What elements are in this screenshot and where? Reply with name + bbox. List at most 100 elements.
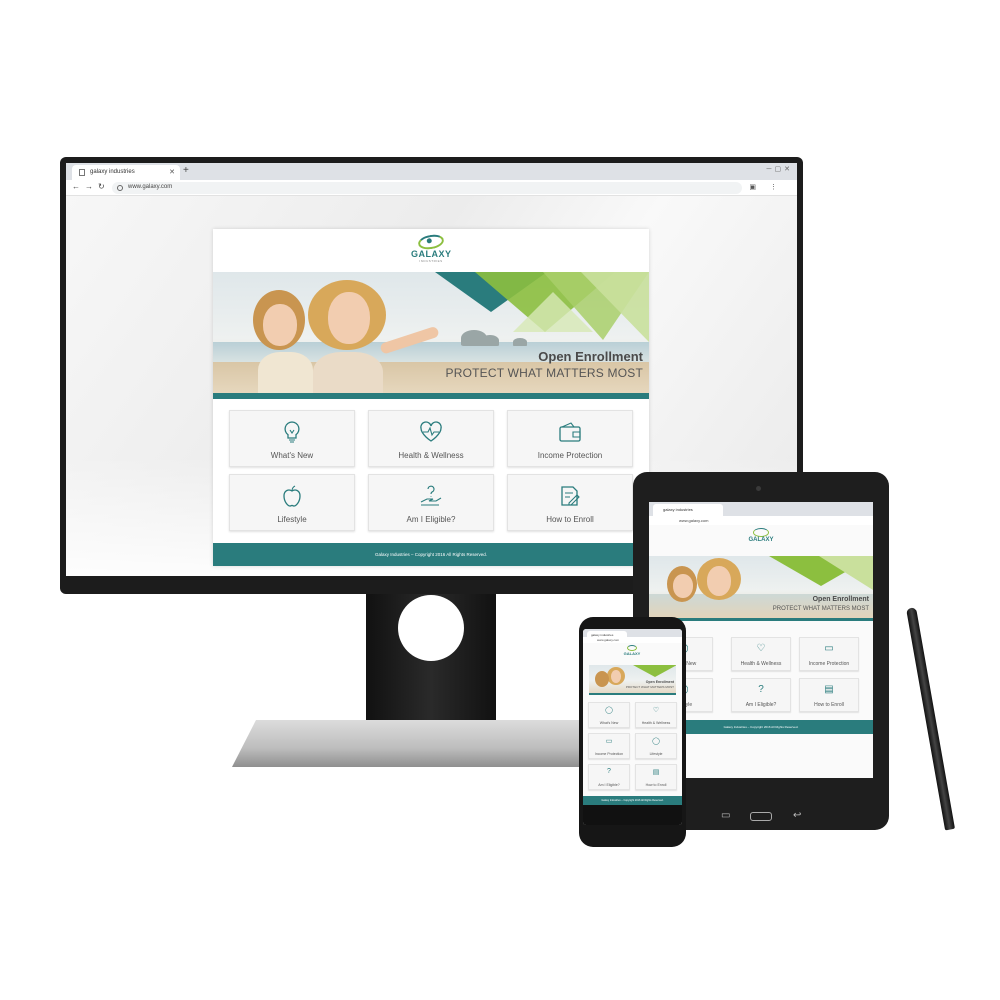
- tablet-camera: [756, 486, 761, 491]
- home-button[interactable]: [750, 812, 772, 821]
- tile-label: Income Protection: [537, 451, 603, 460]
- window-controls[interactable]: ─▢✕: [767, 165, 793, 173]
- wallet-icon: [559, 422, 581, 442]
- tile-am-i-eligible[interactable]: ? Am I Eligible?: [731, 678, 791, 712]
- tile-label: How to Enroll: [546, 515, 594, 524]
- tile-label: Income Protection: [808, 661, 850, 667]
- tile-whats-new[interactable]: ◯ What's New: [588, 702, 630, 728]
- hand-question-icon: [420, 485, 442, 506]
- tile-how-to-enroll[interactable]: ▤ How to Enroll: [799, 678, 859, 712]
- lightbulb-icon: [284, 421, 300, 443]
- hero-title: Open Enrollment: [812, 596, 869, 603]
- hero-rock: [481, 335, 499, 346]
- back-arrow-icon[interactable]: ←: [72, 182, 80, 191]
- tablet-browser-chrome: galaxy industries www.galaxy.com: [649, 502, 873, 525]
- tile-whats-new[interactable]: What's New: [229, 410, 355, 467]
- tile-am-i-eligible[interactable]: ? Am I Eligible?: [588, 764, 630, 790]
- logo-subtext: INDUSTRIES: [419, 259, 443, 263]
- tile-label: Health & Wellness: [740, 661, 782, 667]
- apple-icon: [283, 485, 301, 507]
- phone-blank-area: [583, 805, 682, 825]
- browser-toolbar: ← → ↻ www.galaxy.com ▣⋮: [66, 180, 797, 196]
- phone-browser-chrome: galaxy industries www.galaxy.com: [583, 629, 682, 643]
- tile-label: Am I Eligible?: [598, 783, 620, 787]
- new-tab-icon[interactable]: +: [183, 165, 189, 176]
- monitor-stand-cutout: [398, 595, 464, 661]
- hero-banner: Open Enrollment PROTECT WHAT MATTERS MOS…: [649, 556, 873, 618]
- browser-menu-icons[interactable]: ▣⋮: [749, 183, 791, 191]
- document-pencil-icon: ▤: [824, 684, 834, 695]
- browser-tab[interactable]: galaxy industries ✕: [72, 165, 180, 180]
- galaxy-logo[interactable]: GALAXY: [747, 528, 775, 543]
- address-bar[interactable]: www.galaxy.com: [649, 516, 873, 525]
- tile-lifestyle[interactable]: ◯ Lifestyle: [635, 733, 677, 759]
- tile-label: How to Enroll: [814, 702, 844, 708]
- tile-how-to-enroll[interactable]: ▤ How to Enroll: [635, 764, 677, 790]
- galaxy-logo[interactable]: GALAXY INDUSTRIES: [411, 232, 452, 269]
- tile-label: How to Enroll: [645, 783, 667, 787]
- hero-subtitle: PROTECT WHAT MATTERS MOST: [772, 606, 869, 612]
- tile-label: Lifestyle: [277, 515, 307, 524]
- hero-title: Open Enrollment: [538, 349, 643, 364]
- address-bar-url: www.galaxy.com: [597, 638, 620, 642]
- tile-income-protection[interactable]: Income Protection: [507, 410, 633, 467]
- tile-am-i-eligible[interactable]: Am I Eligible?: [368, 474, 494, 531]
- address-bar[interactable]: www.galaxy.com: [112, 182, 742, 194]
- logo-text: GALAXY: [623, 651, 641, 656]
- browser-tab-title: galaxy industries: [90, 169, 135, 175]
- phone-screen: galaxy industries www.galaxy.com GALAXY …: [583, 629, 682, 825]
- hero-divider-bar: [589, 693, 676, 695]
- tile-label: What's New: [270, 451, 314, 460]
- browser-tab-title: galaxy industries: [663, 507, 693, 512]
- hero-rock: [513, 338, 527, 346]
- hero-subtitle: PROTECT WHAT MATTERS MOST: [625, 685, 674, 689]
- stylus-pen: [906, 607, 955, 831]
- lightbulb-icon: ◯: [605, 707, 613, 714]
- heart-pulse-icon: ♡: [756, 643, 766, 654]
- tile-health-wellness[interactable]: Health & Wellness: [368, 410, 494, 467]
- tile-income-protection[interactable]: ▭ Income Protection: [588, 733, 630, 759]
- hero-subtitle: PROTECT WHAT MATTERS MOST: [445, 366, 643, 380]
- site-page: GALAXY INDUSTRIES Open Enrollment PROTEC…: [213, 229, 649, 566]
- hero-divider-bar: [213, 393, 649, 399]
- browser-tab[interactable]: galaxy industries: [653, 504, 723, 516]
- tile-how-to-enroll[interactable]: How to Enroll: [507, 474, 633, 531]
- site-footer: Galaxy Industries – Copyright 2016 All R…: [213, 543, 649, 566]
- tile-label: Am I Eligible?: [406, 515, 456, 524]
- globe-icon: [117, 185, 123, 191]
- tile-label: Lifestyle: [649, 752, 663, 756]
- tile-health-wellness[interactable]: ♡ Health & Wellness: [635, 702, 677, 728]
- logo-text: GALAXY: [411, 249, 452, 259]
- heart-pulse-icon: [420, 421, 442, 442]
- tile-label: What's New: [599, 721, 619, 725]
- phone-device: galaxy industries www.galaxy.com GALAXY …: [579, 617, 686, 847]
- address-bar-url: www.galaxy.com: [128, 184, 173, 190]
- back-icon[interactable]: ↩: [793, 810, 801, 821]
- tile-label: Am I Eligible?: [745, 702, 777, 708]
- hero-banner: Open Enrollment PROTECT WHAT MATTERS MOS…: [589, 665, 676, 693]
- forward-arrow-icon[interactable]: →: [85, 182, 93, 191]
- hand-question-icon: ?: [758, 684, 764, 695]
- address-bar[interactable]: www.galaxy.com: [583, 637, 682, 643]
- wallet-icon: ▭: [824, 643, 834, 654]
- galaxy-logo[interactable]: GALAXY: [620, 645, 644, 656]
- tile-income-protection[interactable]: ▭ Income Protection: [799, 637, 859, 671]
- document-pencil-icon: [561, 486, 580, 506]
- recent-apps-icon[interactable]: ▭: [721, 810, 730, 821]
- site-footer: Galaxy Industries – Copyright 2016 All R…: [583, 796, 682, 805]
- address-bar-url: www.galaxy.com: [679, 518, 709, 523]
- tile-lifestyle[interactable]: Lifestyle: [229, 474, 355, 531]
- close-icon[interactable]: ✕: [169, 168, 175, 176]
- tile-health-wellness[interactable]: ♡ Health & Wellness: [731, 637, 791, 671]
- wallet-icon: ▭: [605, 738, 613, 745]
- reload-icon[interactable]: ↻: [98, 182, 105, 191]
- tile-label: Health & Wellness: [641, 721, 671, 725]
- logo-text: GALAXY: [748, 537, 774, 543]
- hero-title: Open Enrollment: [645, 680, 674, 684]
- hero-photo-girl: [253, 290, 323, 393]
- hero-divider-bar: [649, 618, 873, 621]
- hero-banner: Open Enrollment PROTECT WHAT MATTERS MOS…: [213, 272, 649, 393]
- browser-tab-bar: galaxy industries ✕ + ─▢✕: [66, 163, 797, 180]
- heart-pulse-icon: ♡: [652, 707, 660, 714]
- hand-question-icon: ?: [607, 768, 611, 775]
